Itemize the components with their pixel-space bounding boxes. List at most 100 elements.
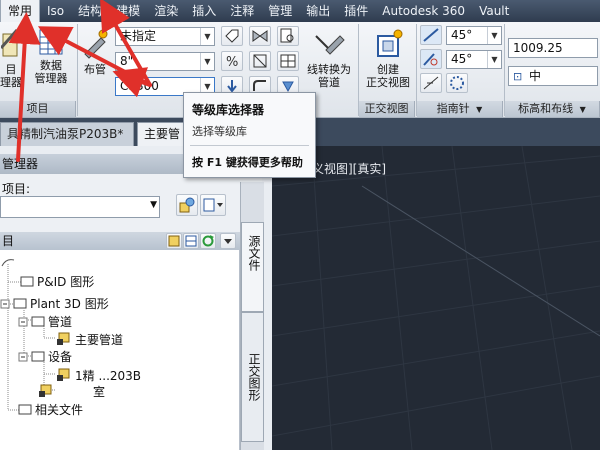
folder-icon (18, 403, 32, 418)
project-group-label: 项目 (0, 101, 76, 117)
percent-icon[interactable]: % (221, 51, 243, 71)
tree-item-label: 管道 (48, 315, 73, 329)
tree-item-plant3d[interactable]: Plant 3D 图形 (0, 297, 109, 312)
tooltip-help: 按 F1 键获得更多帮助 (192, 156, 303, 169)
create-ortho-button[interactable]: 创建 正交视图 (362, 28, 414, 89)
elevation-group-label[interactable]: 标高和布线 ▼ (505, 101, 600, 117)
tag-icon[interactable] (221, 26, 243, 46)
project-options-icon[interactable] (200, 194, 226, 216)
project-select[interactable]: ▼ (0, 196, 160, 218)
angle-1-value: 45° (451, 28, 473, 42)
compass-snap-icon[interactable] (420, 73, 442, 93)
drawing-canvas[interactable]: 义视图][真实] (272, 146, 600, 450)
valve-icon[interactable] (249, 26, 271, 46)
tree-item-related-files[interactable]: 相关文件 (18, 403, 83, 418)
tab-manage[interactable]: 管理 (261, 0, 299, 22)
tooltip-description: 选择等级库 (192, 125, 247, 138)
tab-home[interactable]: 常用 (0, 0, 41, 22)
tab-plugins[interactable]: 插件 (337, 0, 375, 22)
route-pipe-button[interactable]: 布管 (80, 28, 110, 76)
tab-modeling[interactable]: 建模 (109, 0, 147, 22)
collapse-icon (0, 298, 10, 312)
tab-ortho-drawings[interactable]: 正交图形 (241, 312, 264, 442)
ribbon-separator (77, 24, 78, 116)
tab-source-files[interactable]: 源文件 (241, 222, 264, 312)
project-switch-icon[interactable] (176, 194, 198, 216)
folder-icon (31, 350, 45, 365)
collapse-icon (18, 316, 28, 330)
angle-combo-2[interactable]: 45° ▼ (446, 50, 502, 69)
elevation-value: 1009.25 (513, 41, 563, 55)
tree-header-label: 目 (2, 234, 15, 248)
chevron-down-icon: ▼ (487, 27, 501, 44)
tree-view-icon[interactable] (166, 233, 182, 249)
doc-tab-pump[interactable]: 具精制汽油泵P203B* (0, 122, 134, 146)
tree-details-icon[interactable] (183, 233, 199, 249)
collapse-icon (18, 351, 28, 365)
pipe-size-combo[interactable]: 8" ▼ (115, 52, 215, 71)
tree-item-label: P&ID 图形 (37, 275, 95, 289)
side-tab-strip: 源文件 正交图形 (240, 182, 264, 450)
tab-ortho-drawings-label: 正交图形 (247, 353, 261, 401)
folder-icon (20, 275, 34, 290)
tab-source-files-label: 源文件 (247, 235, 261, 271)
grid-icon[interactable] (277, 51, 299, 71)
ortho-group-label: 正交视图 (359, 101, 415, 117)
elevation-input[interactable]: 1009.25 (508, 38, 598, 58)
drawing-lock-icon (56, 332, 72, 349)
angle-combo-1[interactable]: 45° ▼ (446, 26, 502, 45)
drawing-lock-icon (38, 384, 54, 401)
search-icon[interactable] (277, 26, 299, 46)
folder-icon (31, 315, 45, 330)
project-manager-button[interactable]: 目 理器 (0, 28, 22, 89)
tree-item-label: Plant 3D 图形 (30, 297, 109, 311)
compass-group-label[interactable]: 指南针 ▼ (417, 101, 503, 117)
flange-icon[interactable] (249, 51, 271, 71)
justification-value: 中 (529, 69, 542, 83)
line-to-pipe-button[interactable]: 线转换为 管道 (302, 28, 356, 89)
tab-iso[interactable]: Iso (40, 0, 71, 22)
tree-item-equipment[interactable]: 设备 (18, 350, 72, 365)
tooltip-divider (190, 145, 309, 146)
tab-structure[interactable]: 结构 (71, 0, 109, 22)
tab-autodesk360[interactable]: Autodesk 360 (375, 0, 472, 22)
tree-item-piping[interactable]: 管道 (18, 315, 72, 330)
tab-vault[interactable]: Vault (472, 0, 516, 22)
tab-output[interactable]: 输出 (299, 0, 337, 22)
tree-item-room[interactable]: 室 (38, 384, 105, 401)
line-to-pipe-label: 线转换为 管道 (307, 63, 351, 89)
tree-item-label: 室 (93, 385, 106, 399)
compass-angle-icon[interactable] (420, 25, 442, 45)
justification-combo[interactable]: ⊡ 中 (508, 66, 598, 86)
tab-insert[interactable]: 插入 (185, 0, 223, 22)
tree-item-label: 设备 (48, 350, 73, 364)
data-manager-button[interactable]: 数据 管理器 (30, 28, 72, 85)
data-manager-label: 数据 管理器 (34, 59, 68, 85)
tree-item-label: 相关文件 (35, 403, 84, 417)
tab-annotate[interactable]: 注释 (223, 0, 261, 22)
folder-icon (13, 297, 27, 312)
tree-collapse-icon[interactable] (220, 233, 236, 249)
tree-item-label: 1精 ...203B (75, 369, 142, 383)
tree-item-main-pipe[interactable]: 主要管道 (56, 332, 123, 349)
tab-render[interactable]: 渲染 (147, 0, 185, 22)
route-pipe-label: 布管 (84, 63, 106, 76)
compass-arc-icon[interactable] (420, 49, 442, 69)
compass-circle-icon[interactable] (446, 73, 468, 93)
canvas-grid (272, 146, 600, 450)
tree-item-pump[interactable]: 1精 ...203B (56, 368, 141, 385)
chevron-down-icon: ▼ (579, 105, 586, 114)
elevation-group-text: 标高和布线 (518, 102, 574, 115)
chevron-down-icon: ▼ (150, 200, 157, 210)
tree-item-label: 主要管道 (75, 333, 124, 347)
viewport-label[interactable]: 义视图][真实] (312, 160, 386, 177)
project-label: 项目: (2, 182, 31, 196)
line-number-combo[interactable]: 未指定 ▼ (115, 27, 215, 46)
tree-item-pid[interactable]: P&ID 图形 (20, 275, 94, 290)
compass-group-text: 指南针 (436, 102, 470, 115)
ortho-view-icon (377, 29, 403, 57)
chevron-down-icon: ▼ (200, 28, 214, 45)
tree-root-icon[interactable] (0, 256, 16, 273)
svg-text:%: % (226, 55, 238, 70)
refresh-icon[interactable] (200, 233, 216, 249)
